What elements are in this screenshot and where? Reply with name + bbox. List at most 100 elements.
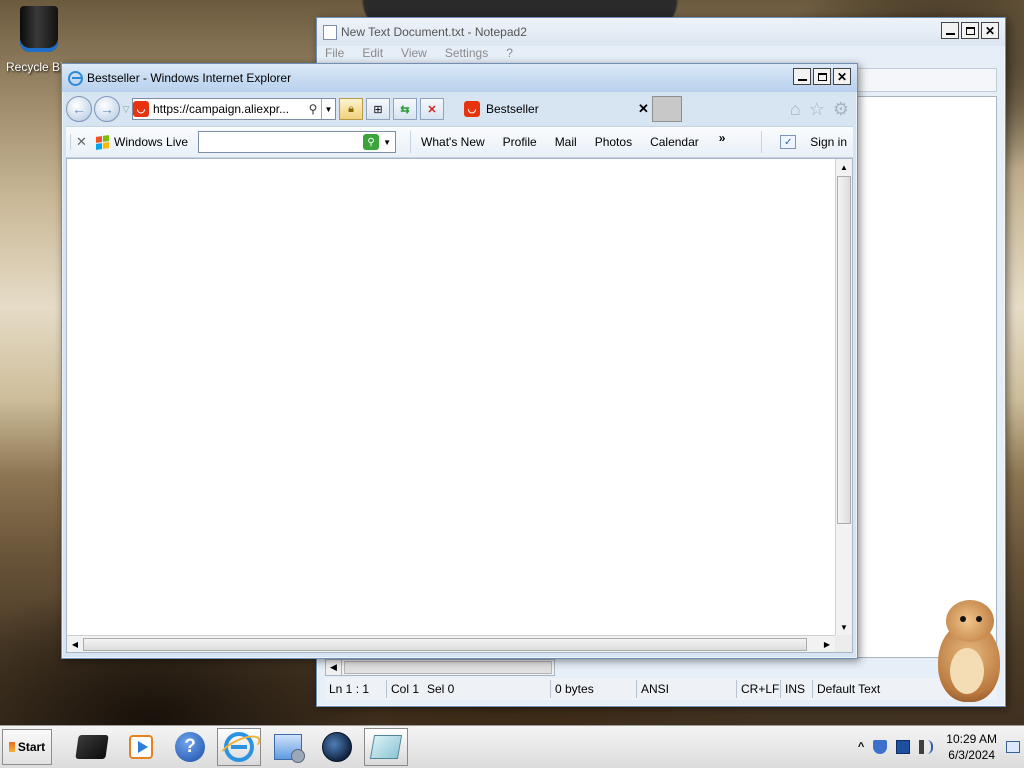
menu-settings[interactable]: Settings	[445, 46, 488, 60]
hamster-eye-icon	[960, 616, 966, 622]
notepad-title: New Text Document.txt - Notepad2	[341, 25, 527, 39]
notepad-app-icon	[323, 24, 337, 40]
taskbar-app-help[interactable]: ?	[168, 728, 212, 766]
start-button[interactable]: Start	[2, 729, 52, 765]
scroll-left-icon[interactable]: ◀	[67, 640, 83, 649]
sign-in-link[interactable]: Sign in	[810, 135, 847, 149]
menu-file[interactable]: File	[325, 46, 344, 60]
status-col: Col 1	[391, 682, 420, 696]
help-icon: ?	[175, 732, 205, 762]
clock[interactable]: 10:29 AM 6/3/2024	[946, 731, 997, 763]
stop-icon: ✕	[427, 103, 437, 116]
menu-view[interactable]: View	[401, 46, 427, 60]
scroll-thumb[interactable]	[344, 661, 552, 674]
favorites-star-icon[interactable]: ☆	[809, 99, 825, 120]
ie-title: Bestseller - Windows Internet Explorer	[87, 71, 292, 85]
vertical-scrollbar[interactable]: ▲ ▼	[835, 159, 852, 635]
more-links-chevron-icon[interactable]: »	[719, 131, 726, 145]
compatibility-view-button[interactable]: ⊞	[366, 98, 390, 120]
link-calendar[interactable]: Calendar	[650, 135, 699, 149]
status-selection: Sel 0	[423, 680, 551, 698]
home-icon[interactable]: ⌂	[790, 99, 801, 120]
recent-pages-dropdown[interactable]: ▽	[120, 104, 132, 115]
start-flag-icon	[8, 742, 15, 752]
address-url[interactable]: https://campaign.aliexpr...	[149, 102, 305, 116]
lock-icon: 🔒︎	[348, 102, 354, 115]
tools-gear-icon[interactable]: ⚙	[833, 99, 849, 120]
show-hidden-icons-chevron-icon[interactable]: ^	[858, 741, 864, 753]
address-bar[interactable]: ◡ https://campaign.aliexpr... ⚲ ▼	[132, 98, 336, 120]
taskbar-app-notepad[interactable]	[364, 728, 408, 766]
notepad-titlebar[interactable]: New Text Document.txt - Notepad2	[317, 18, 1005, 46]
search-go-icon[interactable]: ⚲	[363, 134, 380, 150]
link-whats-new[interactable]: What's New	[421, 135, 485, 149]
taskbar: Start ? ^ 10:29 AM 6/3/2024	[0, 725, 1024, 768]
windows-live-search-input[interactable]	[199, 133, 364, 151]
address-dropdown-button[interactable]: ▼	[321, 99, 335, 119]
horizontal-scroll-thumb[interactable]	[83, 637, 807, 651]
refresh-button[interactable]: ⇆	[393, 98, 417, 120]
link-photos[interactable]: Photos	[595, 135, 632, 149]
menu-help[interactable]: ?	[506, 46, 513, 60]
taskbar-app-globe[interactable]	[315, 728, 359, 766]
ie-titlebar[interactable]: Bestseller - Windows Internet Explorer	[62, 64, 857, 92]
windows-logo-icon	[96, 134, 109, 150]
stop-button[interactable]: ✕	[420, 98, 444, 120]
status-encoding: ANSI	[637, 680, 737, 698]
horizontal-scrollbar[interactable]: ◀ ▶	[67, 635, 835, 652]
taskbar-app-network[interactable]	[266, 728, 310, 766]
notepad-minimize-button[interactable]	[941, 22, 959, 39]
hamster-desktop-gadget[interactable]	[928, 600, 1008, 704]
search-icon[interactable]: ⚲	[305, 102, 321, 116]
clock-date: 6/3/2024	[948, 748, 995, 762]
scroll-down-icon[interactable]: ▼	[836, 619, 852, 635]
page-content-area[interactable]: ▲ ▼ ◀ ▶	[66, 158, 853, 653]
security-lock-button[interactable]: 🔒︎	[339, 98, 363, 120]
maximize-icon	[965, 26, 975, 35]
windows-live-search-box[interactable]: ⚲ ▼	[198, 131, 397, 153]
minimize-icon	[945, 33, 955, 35]
notepad-statusbar: Ln 1 : 1 Col 1 Sel 0 0 bytes ANSI CR+LF …	[325, 678, 997, 700]
link-profile[interactable]: Profile	[503, 135, 537, 149]
action-center-shield-icon[interactable]	[873, 740, 888, 754]
forward-button[interactable]: →	[94, 96, 120, 122]
toolbar-close-icon[interactable]: ✕	[70, 134, 92, 150]
compatibility-view-icon: ⊞	[373, 103, 383, 116]
ie-minimize-button[interactable]	[793, 68, 811, 85]
maximize-icon	[817, 72, 827, 81]
volume-icon[interactable]	[919, 740, 934, 754]
show-desktop-icon[interactable]	[1006, 741, 1020, 753]
scroll-left-icon[interactable]: ◀	[326, 660, 342, 675]
network-icon	[274, 734, 305, 763]
taskbar-app-cube[interactable]	[70, 728, 114, 766]
forward-arrow-icon: →	[100, 101, 114, 117]
notepad-maximize-button[interactable]	[961, 22, 979, 39]
ie-maximize-button[interactable]	[813, 68, 831, 85]
tab-bestseller[interactable]: ◡ Bestseller ✕	[452, 95, 652, 123]
notepad-menubar: File Edit View Settings ?	[325, 46, 513, 60]
back-arrow-icon: ←	[72, 101, 86, 117]
tab-close-icon[interactable]: ✕	[638, 101, 652, 117]
notepad-close-button[interactable]: ✕	[981, 22, 999, 39]
start-label: Start	[17, 740, 46, 754]
site-favicon-icon: ◡	[133, 101, 149, 117]
vertical-scroll-thumb[interactable]	[837, 176, 851, 524]
scroll-right-icon[interactable]: ▶	[819, 640, 835, 649]
scroll-up-icon[interactable]: ▲	[836, 159, 852, 175]
link-mail[interactable]: Mail	[555, 135, 577, 149]
ie-navigation-bar: ← → ▽ ◡ https://campaign.aliexpr... ⚲ ▼ …	[66, 92, 853, 126]
system-tray: ^ 10:29 AM 6/3/2024	[858, 729, 1020, 765]
ie-window[interactable]: Bestseller - Windows Internet Explorer ✕…	[61, 63, 858, 659]
taskbar-app-internet-explorer[interactable]	[217, 728, 261, 766]
notepad-horizontal-scrollbar[interactable]: ◀	[325, 659, 555, 676]
search-dropdown-icon[interactable]: ▼	[379, 138, 395, 147]
taskbar-app-media-center[interactable]	[119, 728, 163, 766]
spaces-check-icon[interactable]: ✓	[780, 135, 797, 149]
menu-edit[interactable]: Edit	[362, 46, 383, 60]
windows-live-label: Windows Live	[114, 135, 189, 149]
ie-close-button[interactable]: ✕	[833, 68, 851, 85]
back-button[interactable]: ←	[66, 96, 92, 122]
network-status-icon[interactable]	[896, 740, 911, 754]
new-tab-button[interactable]	[652, 96, 682, 122]
windows-live-button[interactable]: Windows Live	[96, 134, 189, 150]
